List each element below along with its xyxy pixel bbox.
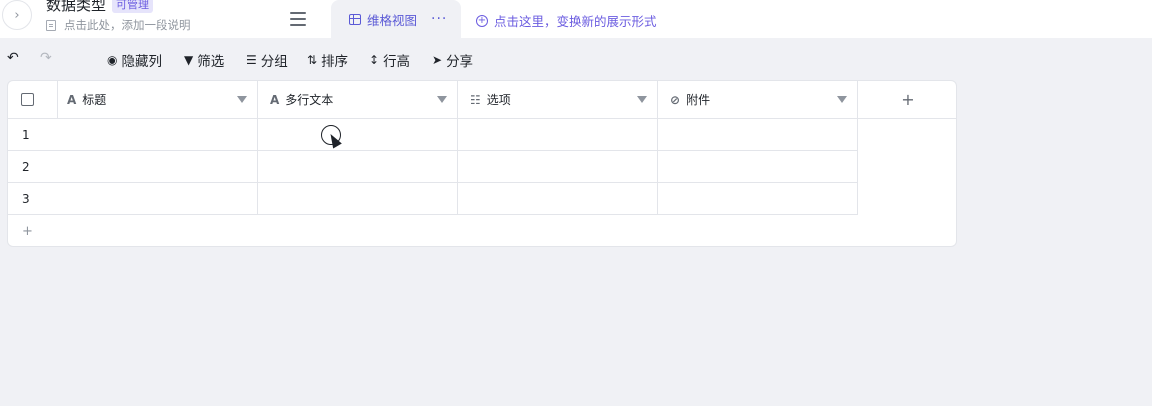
- plus-icon: +: [901, 90, 915, 109]
- select-all-cell[interactable]: [8, 81, 58, 119]
- add-view-button[interactable]: + 点击这里，变换新的展示形式: [476, 11, 657, 30]
- expand-sidebar-button[interactable]: ›: [2, 0, 32, 30]
- table-cell[interactable]: [658, 151, 858, 183]
- sort-icon: ⇅: [307, 53, 318, 67]
- send-icon: ➤: [432, 53, 443, 67]
- group-label: 分组: [260, 54, 288, 70]
- tab-grid-view[interactable]: 维格视图 ···: [331, 0, 461, 38]
- column-label: 选项: [486, 93, 511, 107]
- add-column-button[interactable]: +: [858, 81, 956, 119]
- row-number: 1: [22, 127, 30, 142]
- table-cell[interactable]: [258, 119, 458, 151]
- add-row-button[interactable]: +: [22, 224, 33, 239]
- row-number-cell[interactable]: 3: [8, 183, 258, 215]
- group-button[interactable]: ☰ 分组: [246, 50, 288, 70]
- hide-columns-label: 隐藏列: [121, 54, 162, 70]
- table-row[interactable]: 3: [8, 183, 858, 215]
- table-cell[interactable]: [458, 183, 658, 215]
- description-icon: [46, 19, 56, 31]
- menu-icon[interactable]: [290, 12, 306, 26]
- table-row[interactable]: 2: [8, 151, 858, 183]
- sort-button[interactable]: ⇅ 排序: [307, 50, 348, 70]
- row-height-button[interactable]: ↕ 行高: [369, 50, 410, 70]
- redo-icon[interactable]: ↷: [40, 50, 52, 66]
- table-cell[interactable]: [458, 119, 658, 151]
- permission-badge: 可管理: [112, 0, 154, 13]
- table-cell[interactable]: [258, 151, 458, 183]
- grid-view-icon: [349, 13, 361, 25]
- column-header-attachment[interactable]: ⊘ 附件: [658, 81, 858, 119]
- column-label: 附件: [686, 93, 711, 107]
- share-button[interactable]: ➤ 分享: [432, 50, 473, 70]
- plus-circle-icon: +: [476, 14, 488, 27]
- text-field-icon: A: [67, 92, 77, 107]
- column-header-options[interactable]: ☷ 选项: [458, 81, 658, 119]
- row-number-cell[interactable]: 1: [8, 119, 258, 151]
- share-label: 分享: [446, 54, 474, 70]
- hide-columns-button[interactable]: ◉ 隐藏列: [107, 50, 162, 70]
- column-label: 多行文本: [285, 93, 334, 107]
- table-cell[interactable]: [658, 183, 858, 215]
- sort-label: 排序: [321, 54, 349, 70]
- row-number: 2: [22, 159, 30, 174]
- column-header-title[interactable]: A 标题: [58, 81, 258, 119]
- description-row[interactable]: 点击此处，添加一段说明: [46, 17, 191, 33]
- view-tab-label: 维格视图: [367, 12, 418, 28]
- eye-icon: ◉: [107, 53, 118, 67]
- table-header: A 标题 A 多行文本 ☷ 选项 ⊘ 附件 +: [8, 81, 956, 119]
- table-row[interactable]: 1: [8, 119, 858, 151]
- undo-icon[interactable]: ↶: [7, 50, 19, 66]
- table-cell[interactable]: [458, 151, 658, 183]
- chevron-right-icon: ›: [14, 7, 20, 23]
- option-field-icon: ☷: [470, 92, 481, 107]
- text-field-icon: A: [270, 92, 280, 107]
- dropdown-caret-icon[interactable]: [237, 96, 247, 103]
- description-placeholder[interactable]: 点击此处，添加一段说明: [64, 17, 191, 33]
- add-view-label: 点击这里，变换新的展示形式: [494, 14, 657, 29]
- filter-icon: ▼: [184, 53, 194, 67]
- title-block: 数据类型 可管理: [46, 0, 154, 15]
- toolbar: ↶ ↷ ◉ 隐藏列 ▼ 筛选 ☰ 分组 ⇅ 排序 ↕ 行高 ➤ 分享: [0, 44, 1152, 74]
- table-cell[interactable]: [258, 183, 458, 215]
- filter-label: 筛选: [197, 54, 225, 70]
- column-label: 标题: [82, 93, 107, 107]
- select-all-checkbox[interactable]: [21, 93, 34, 106]
- dropdown-caret-icon[interactable]: [637, 96, 647, 103]
- dropdown-caret-icon[interactable]: [837, 96, 847, 103]
- column-header-multiline-text[interactable]: A 多行文本: [258, 81, 458, 119]
- row-number: 3: [22, 191, 30, 206]
- data-table: A 标题 A 多行文本 ☷ 选项 ⊘ 附件 + 1 2 3 +: [7, 80, 957, 247]
- page-title[interactable]: 数据类型: [46, 0, 106, 14]
- table-cell[interactable]: [658, 119, 858, 151]
- row-height-icon: ↕: [369, 53, 380, 67]
- dropdown-caret-icon[interactable]: [437, 96, 447, 103]
- top-bar: › 数据类型 可管理 点击此处，添加一段说明 维格视图 ··· + 点击这里，变换…: [0, 0, 1152, 38]
- more-icon[interactable]: ···: [431, 11, 447, 27]
- row-height-label: 行高: [383, 54, 411, 70]
- attachment-icon: ⊘: [670, 92, 681, 107]
- group-icon: ☰: [246, 53, 257, 67]
- row-number-cell[interactable]: 2: [8, 151, 258, 183]
- filter-button[interactable]: ▼ 筛选: [184, 50, 224, 70]
